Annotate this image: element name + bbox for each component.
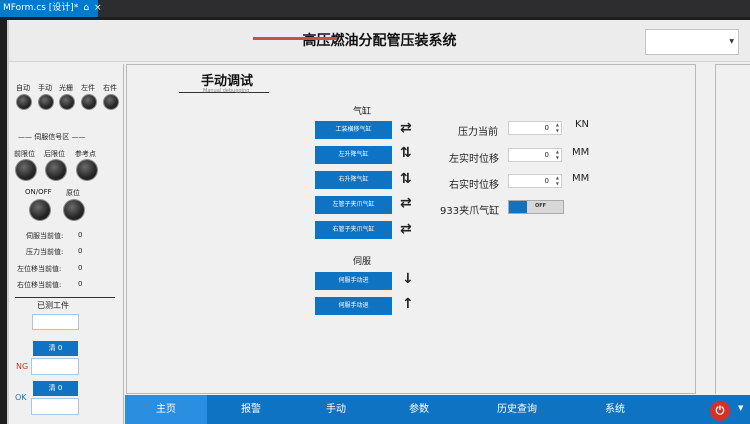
- lamp-label-auto: 自动: [16, 84, 30, 92]
- spinner-arrows-icon: ▲ ▼: [555, 122, 559, 133]
- left-tube-clamp-cylinder-button[interactable]: 左管子夹爪气缸: [315, 196, 392, 214]
- nav-item-parameters[interactable]: 参数: [378, 395, 460, 424]
- pin-icon[interactable]: ⌂: [83, 3, 89, 13]
- lamp-auto: [17, 95, 31, 109]
- right-displacement-value: 0: [544, 177, 549, 185]
- lamp-label-manual: 手动: [38, 84, 52, 92]
- right-panel: [715, 64, 750, 394]
- lamp-label-grating: 光栅: [59, 84, 73, 92]
- pressure-current-spinner[interactable]: 0 ▲ ▼: [508, 121, 562, 135]
- lamp-rear-limit: [46, 160, 66, 180]
- swap-vertical-icon: ⇅: [400, 171, 412, 187]
- lamp-label-home: 原位: [66, 189, 80, 197]
- left-displacement-unit: MM: [572, 147, 590, 158]
- readout-label-right-displacement: 右位移当前值:: [17, 281, 62, 289]
- servo-signal-section-label: —— 伺服信号区 ——: [18, 133, 86, 141]
- lamp-reference-point: [77, 160, 97, 180]
- right-tube-clamp-cylinder-button[interactable]: 右管子夹爪气缸: [315, 221, 392, 239]
- ide-document-tab[interactable]: MForm.cs [设计]* ⌂ ×: [0, 0, 102, 17]
- nav-item-alarm[interactable]: 报警: [210, 395, 292, 424]
- title-bar: 高压燃油分配管压装系统: [9, 21, 750, 62]
- spinner-arrows-icon: ▲ ▼: [555, 175, 559, 186]
- divider: [15, 297, 115, 298]
- fixture-traverse-cylinder-button[interactable]: 工装横移气缸: [315, 121, 392, 139]
- servo-manual-advance-button[interactable]: 伺服手动进: [315, 272, 392, 290]
- lamp-front-limit: [16, 160, 36, 180]
- lamp-label-left-part: 左件: [81, 84, 95, 92]
- power-icon[interactable]: ⏻: [710, 401, 730, 421]
- clear-ok-button[interactable]: 清 0: [33, 381, 78, 396]
- lamp-right-part: [104, 95, 118, 109]
- servo-manual-retract-button[interactable]: 伺服手动退: [315, 297, 392, 315]
- clamp-933-label: 933夹爪气缸: [440, 206, 500, 217]
- lamp-label-right-part: 右件: [103, 84, 117, 92]
- left-lift-cylinder-button[interactable]: 左升降气缸: [315, 146, 392, 164]
- lamp-left-part: [82, 95, 96, 109]
- readout-value-left-displacement: 0: [78, 264, 83, 272]
- work-count-section-label: 已测工件: [37, 301, 69, 310]
- ng-count-field: [31, 358, 79, 375]
- ide-tab-label: MForm.cs [设计]*: [3, 3, 79, 13]
- clear-ng-button[interactable]: 清 0: [33, 341, 78, 356]
- lamp-grating: [60, 95, 74, 109]
- readout-value-right-displacement: 0: [78, 280, 83, 288]
- nav-item-system[interactable]: 系统: [574, 395, 656, 424]
- chevron-down-icon[interactable]: ▼: [738, 404, 743, 412]
- spinner-arrows-icon: ▲ ▼: [555, 149, 559, 160]
- arrow-up-icon: ↑: [402, 296, 414, 312]
- swap-horizontal-icon: ⇄: [400, 195, 412, 211]
- lamp-label-front-limit: 前限位: [14, 150, 35, 158]
- nav-item-history[interactable]: 历史查询: [476, 395, 558, 424]
- readout-value-servo: 0: [78, 231, 83, 239]
- header-dropdown[interactable]: ▼: [645, 29, 739, 55]
- manual-subheading: Manual debugging: [203, 88, 250, 94]
- swap-horizontal-icon: ⇄: [400, 221, 412, 237]
- chevron-down-icon: ▼: [729, 38, 734, 45]
- readout-label-left-displacement: 左位移当前值:: [17, 265, 62, 273]
- lamp-on-off: [30, 200, 50, 220]
- page-title: 高压燃油分配管压装系统: [302, 33, 457, 49]
- readout-label-pressure: 压力当前值:: [26, 248, 64, 256]
- cylinder-group-label: 气缸: [353, 107, 372, 117]
- manual-heading: 手动调试: [201, 74, 254, 89]
- arrow-down-icon: ↓: [402, 271, 414, 287]
- lamp-label-reference-point: 参考点: [75, 150, 96, 158]
- lamp-label-rear-limit: 后限位: [44, 150, 65, 158]
- pressure-current-value: 0: [544, 124, 549, 132]
- toggle-state: OFF: [535, 203, 547, 209]
- pressure-unit: KN: [575, 119, 590, 130]
- swap-vertical-icon: ⇅: [400, 145, 412, 161]
- lamp-label-on-off: ON/OFF: [25, 188, 52, 196]
- right-lift-cylinder-button[interactable]: 右升降气缸: [315, 171, 392, 189]
- left-displacement-spinner[interactable]: 0 ▲ ▼: [508, 148, 562, 162]
- pressure-current-label: 压力当前: [458, 127, 498, 138]
- toggle-knob: [509, 201, 527, 213]
- left-panel-divider: [123, 64, 124, 424]
- nav-item-home[interactable]: 主页: [125, 395, 207, 424]
- left-displacement-value: 0: [544, 151, 549, 159]
- lamp-home: [64, 200, 84, 220]
- ok-count-field: [31, 398, 79, 415]
- readout-value-pressure: 0: [78, 247, 83, 255]
- right-displacement-spinner[interactable]: 0 ▲ ▼: [508, 174, 562, 188]
- left-displacement-label: 左实时位移: [449, 154, 499, 165]
- servo-group-label: 伺服: [353, 257, 372, 267]
- nav-item-manual[interactable]: 手动: [295, 395, 377, 424]
- clamp-933-toggle[interactable]: OFF: [508, 200, 564, 214]
- readout-label-servo: 伺服当前值:: [26, 232, 64, 240]
- tested-count-field: [32, 314, 79, 330]
- ide-tab-strip: [0, 0, 750, 17]
- close-icon[interactable]: ×: [94, 3, 102, 13]
- right-displacement-unit: MM: [572, 173, 590, 184]
- ok-label: OK: [15, 393, 27, 402]
- right-displacement-label: 右实时位移: [449, 180, 499, 191]
- ng-label: NG: [16, 362, 29, 371]
- lamp-manual: [39, 95, 53, 109]
- swap-horizontal-icon: ⇄: [400, 120, 412, 136]
- title-accent-line: [253, 37, 337, 40]
